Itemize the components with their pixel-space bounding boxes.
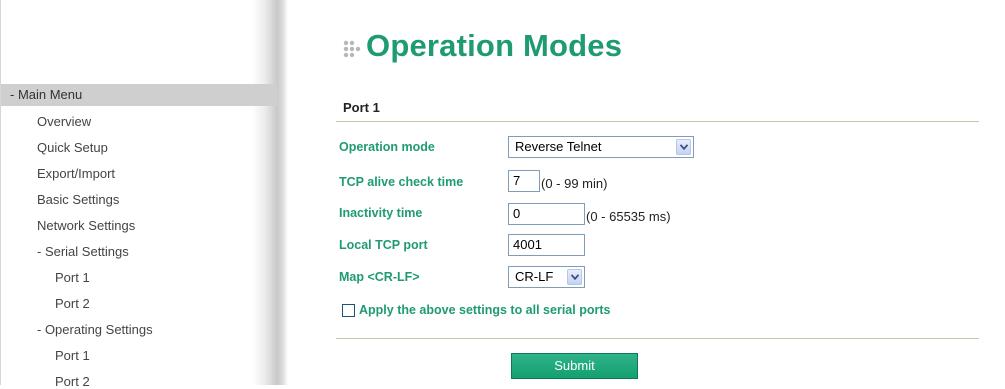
map-crlf-label: Map <CR-LF> (339, 270, 420, 284)
chevron-down-icon[interactable] (567, 269, 582, 285)
tcp-alive-input[interactable]: 7 (508, 170, 540, 192)
sidebar-item-basic-settings[interactable]: Basic Settings (37, 192, 119, 207)
operation-mode-select[interactable]: Reverse Telnet (508, 136, 694, 158)
main-menu-header-label: - Main Menu (10, 87, 83, 102)
local-tcp-port-label: Local TCP port (339, 238, 428, 252)
sidebar-item-operating-port-2[interactable]: Port 2 (55, 374, 90, 389)
sidebar-item-network-settings[interactable]: Network Settings (37, 218, 135, 233)
sidebar-item-operating-port-1[interactable]: Port 1 (55, 348, 90, 363)
title-dots-icon (343, 40, 361, 58)
submit-button[interactable]: Submit (511, 353, 638, 379)
sidebar-item-export-import[interactable]: Export/Import (37, 166, 115, 181)
inactivity-label: Inactivity time (339, 206, 423, 220)
page-title: Operation Modes (342, 28, 622, 64)
operation-mode-label: Operation mode (339, 140, 435, 154)
sidebar-item-overview[interactable]: Overview (37, 114, 91, 129)
page-title-text: Operation Modes (366, 28, 623, 63)
sidebar-divider (252, 0, 288, 385)
map-crlf-select[interactable]: CR-LF (508, 266, 585, 288)
tcp-alive-hint: (0 - 99 min) (541, 176, 608, 191)
main-menu-header[interactable]: - Main Menu (1, 84, 277, 106)
apply-all-checkbox[interactable] (342, 304, 355, 317)
sidebar-item-serial-settings[interactable]: - Serial Settings (37, 244, 129, 259)
section-divider (336, 121, 979, 122)
sidebar-item-operating-settings[interactable]: - Operating Settings (37, 322, 153, 337)
sidebar-item-quick-setup[interactable]: Quick Setup (37, 140, 108, 155)
operation-mode-value: Reverse Telnet (515, 139, 602, 154)
chevron-down-icon[interactable] (676, 139, 691, 155)
inactivity-hint: (0 - 65535 ms) (586, 209, 671, 224)
tcp-alive-label: TCP alive check time (339, 175, 464, 189)
map-crlf-value: CR-LF (515, 269, 554, 284)
sidebar-item-serial-port-1[interactable]: Port 1 (55, 270, 90, 285)
form-divider (336, 338, 979, 339)
local-tcp-port-input[interactable]: 4001 (508, 234, 585, 256)
sidebar-item-serial-port-2[interactable]: Port 2 (55, 296, 90, 311)
apply-all-label[interactable]: Apply the above settings to all serial p… (359, 303, 610, 317)
inactivity-input[interactable]: 0 (508, 203, 585, 225)
section-title: Port 1 (343, 100, 380, 115)
